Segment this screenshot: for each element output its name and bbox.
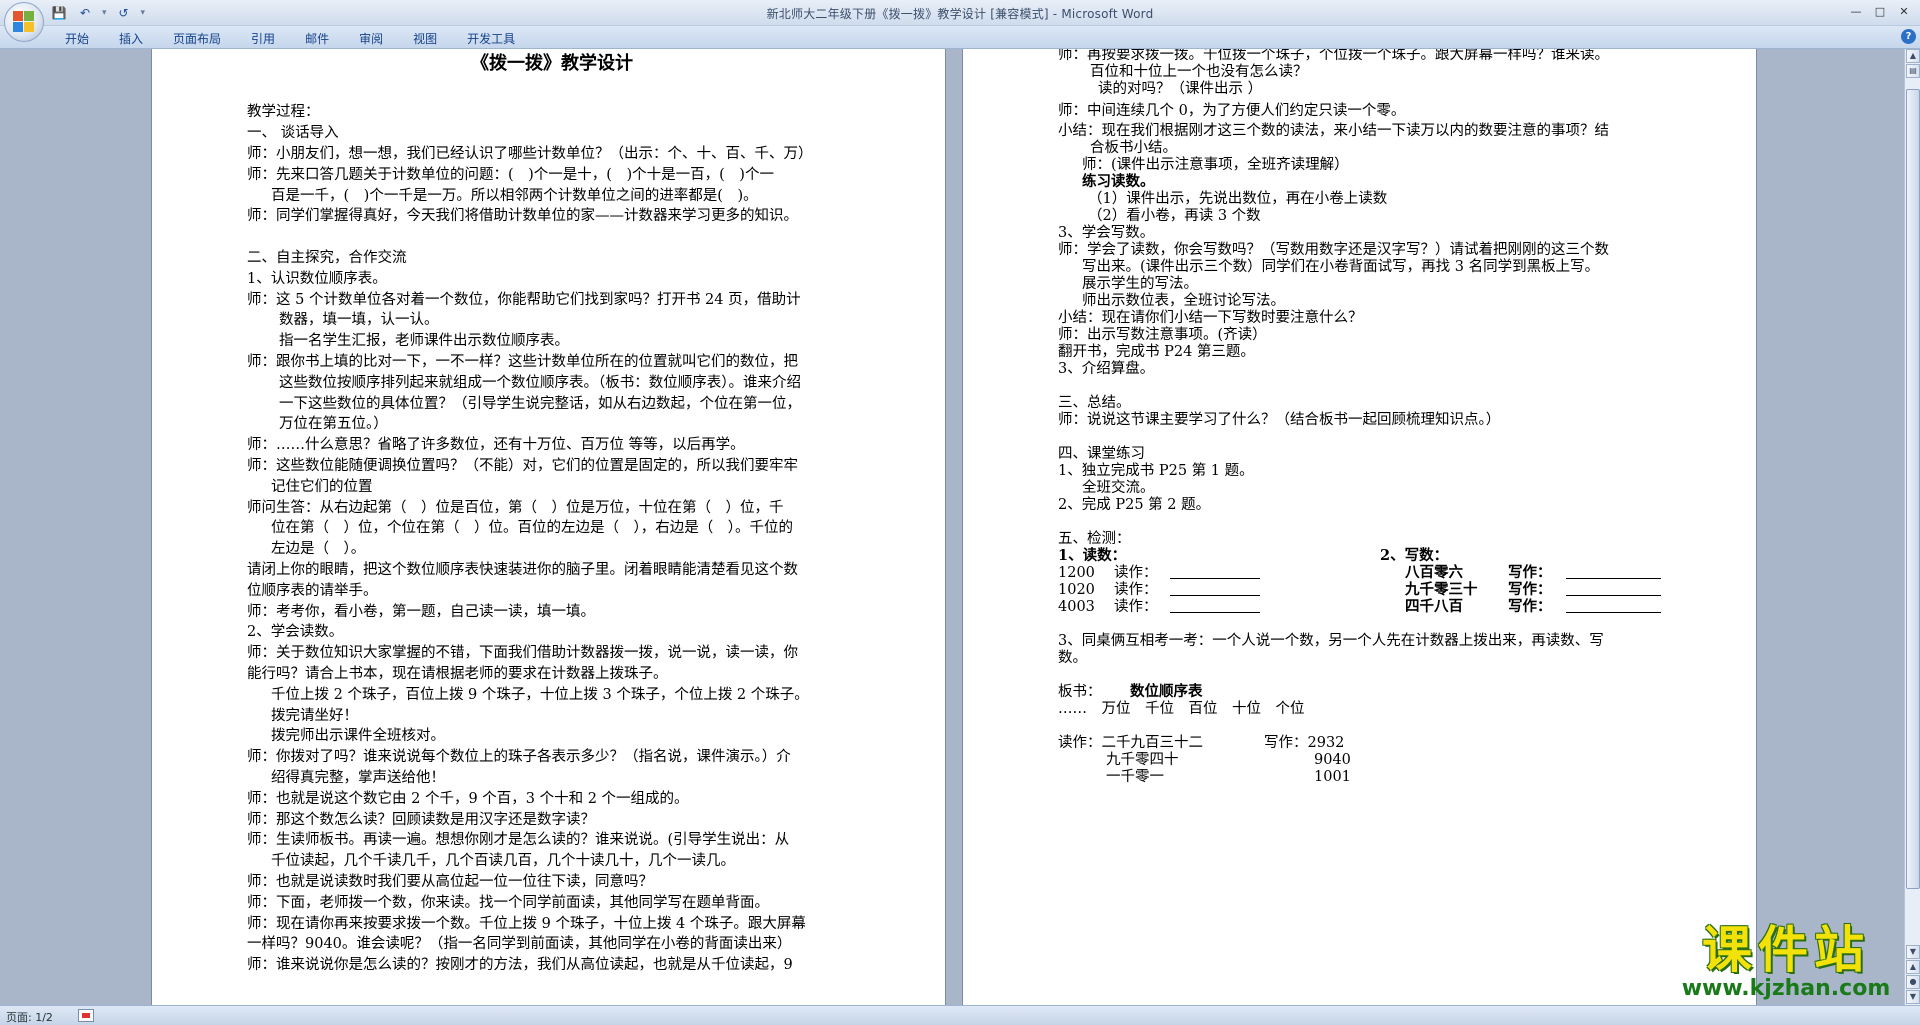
page-2-line: …… 万位 千位 百位 十位 个位 bbox=[1058, 701, 1305, 717]
page-1-line: 位顺序表的请举手。 bbox=[247, 582, 378, 599]
maximize-button[interactable]: □ bbox=[1870, 3, 1890, 19]
page-2-line: 师：说说这节课主要学习了什么？（结合板书一起回顾梳理知识点。） bbox=[1058, 412, 1501, 428]
tab-references[interactable]: 引用 bbox=[236, 30, 290, 48]
page-1-line: 师：这些数位能随便调换位置吗？（不能）对，它们的位置是固定的，所以我们要牢牢 bbox=[247, 458, 798, 474]
page-1-line: 拨完师出示课件全班核对。 bbox=[271, 728, 445, 745]
tab-developer[interactable]: 开发工具 bbox=[452, 30, 530, 48]
tab-insert[interactable]: 插入 bbox=[104, 30, 158, 48]
page-1-line: 师：这 5 个计数单位各对着一个数位，你能帮助它们找到家吗？打开书 24 页，借… bbox=[247, 291, 801, 308]
close-button[interactable]: ✕ bbox=[1894, 3, 1914, 19]
vertical-scrollbar[interactable]: ▲ ▤ ▼ ▲ ● ▼ bbox=[1904, 49, 1920, 1005]
page-1-line: 2、学会读数。 bbox=[247, 624, 344, 641]
page-2-line: 写作： bbox=[1508, 598, 1552, 615]
page-1-line: 左边是（ ）。 bbox=[271, 541, 366, 558]
page-1-line: 能行吗？请合上书本，现在请根据老师的要求在计数器上拨珠子。 bbox=[247, 666, 668, 682]
page-2-line: 3、同桌俩互相考一考：一个人说一个数，另一个人先在计数器上拨出来，再读数、写 bbox=[1058, 633, 1604, 649]
page-1-line bbox=[247, 82, 857, 102]
page-1-line: 位在第（ ）位，个位在第（ ）位。百位的左边是（ ），右边是（ ）。千位的 bbox=[271, 520, 793, 537]
tab-view[interactable]: 视图 bbox=[398, 30, 452, 48]
office-button[interactable] bbox=[4, 2, 44, 42]
proofing-status-icon[interactable] bbox=[78, 1009, 94, 1022]
page-1-line: 师：先来口答几题关于计数单位的问题：( )个一是十，( )个十是一百，( )个一 bbox=[247, 166, 774, 183]
window-controls: — □ ✕ bbox=[1846, 3, 1914, 19]
tab-home[interactable]: 开始 bbox=[50, 30, 104, 48]
page-1-line: 师：也就是说读数时我们要从高位起一位一位往下读，同意吗？ bbox=[247, 874, 653, 890]
page-1-line: 1、认识数位顺序表。 bbox=[247, 270, 387, 287]
answer-blank bbox=[1566, 582, 1661, 596]
tab-mailings[interactable]: 邮件 bbox=[290, 30, 344, 48]
page-1-line: 一下这些数位的具体位置？（引导学生说完整话，如从右边数起，个位在第一位， bbox=[279, 395, 801, 412]
page-1-line: 师：同学们掌握得真好，今天我们将借助计数单位的家——计数器来学习更多的知识。 bbox=[247, 208, 798, 225]
answer-blank bbox=[1170, 599, 1260, 613]
page-1-line: 千位上拨 2 个珠子，百位上拨 9 个珠子，十位上拨 3 个珠子，个位上拨 2 … bbox=[271, 686, 809, 703]
next-page-icon[interactable]: ▼ bbox=[1906, 990, 1920, 1004]
page-1-line: 绍得真完整，掌声送给他！ bbox=[271, 770, 445, 786]
page-1-line: 师：小朋友们，想一想，我们已经认识了哪些计数单位？（出示：个、十、百、千、万） bbox=[247, 146, 813, 162]
page-1-line: 千位读起，几个千读几千，几个百读几百，几个十读几十，几个一读几。 bbox=[271, 853, 735, 870]
answer-blank bbox=[1170, 582, 1260, 596]
help-icon[interactable]: ? bbox=[1901, 29, 1916, 44]
page-1-line: 百是一千，( )个一千是一万。所以相邻两个计数单位之间的进率都是( )。 bbox=[271, 187, 758, 204]
page-1-line: 师：下面，老师拨一个数，你来读。找一个同学前面读，其他同学写在题单背面。 bbox=[247, 894, 769, 911]
page-1[interactable]: 《拨一拨》教学设计教学过程： 一、 谈话导入师：小朋友们，想一想，我们已经认识了哪… bbox=[151, 49, 946, 1005]
page-1-line: 一、 谈话导入 bbox=[247, 125, 339, 142]
page-1-line: 师：生读师板书。再读一遍。想想你刚才是怎么读的？谁来说说。(引导学生说出：从 bbox=[247, 832, 790, 849]
answer-blank bbox=[1566, 565, 1661, 579]
minimize-button[interactable]: — bbox=[1846, 3, 1866, 19]
page-2-line: 一千零一 bbox=[1106, 769, 1164, 785]
page-2-line: 4003 bbox=[1058, 599, 1095, 615]
document-area: 《拨一拨》教学设计教学过程： 一、 谈话导入师：小朋友们，想一想，我们已经认识了哪… bbox=[0, 49, 1904, 1005]
scroll-thumb[interactable] bbox=[1906, 89, 1920, 889]
page-1-line: 师：那这个数怎么读？回顾读数是用汉字还是数字读？ bbox=[247, 811, 595, 828]
tab-review[interactable]: 审阅 bbox=[344, 30, 398, 48]
page-2-line: 读的对吗？（课件出示 ） bbox=[1098, 81, 1263, 97]
page-1-line: 一样吗？9040。谁会读呢？（指一名同学到前面读，其他同学在小卷的背面读出来） bbox=[247, 936, 792, 953]
answer-blank bbox=[1170, 565, 1260, 579]
previous-page-icon[interactable]: ▲ bbox=[1906, 960, 1920, 974]
page-1-line: 二、自主探究，合作交流 bbox=[247, 250, 407, 266]
ribbon-tab-bar: 开始 插入 页面布局 引用 邮件 审阅 视图 开发工具 ? bbox=[0, 26, 1920, 49]
page-1-line: 数器，填一填，认一认。 bbox=[279, 312, 439, 329]
page-2-line: 2、完成 P25 第 2 题。 bbox=[1058, 497, 1211, 513]
page-1-line: 师：关于数位知识大家掌握的不错，下面我们借助计数器拨一拨，说一说，读一读，你 bbox=[247, 645, 798, 662]
page-2-line: 师：中间连续几个 0，为了方便人们约定只读一个零。 bbox=[1058, 103, 1406, 119]
scroll-down-icon[interactable]: ▼ bbox=[1906, 945, 1920, 959]
page-1-line: 这些数位按顺序排列起来就组成一个数位顺序表。（板书：数位顺序表）。谁来介绍 bbox=[279, 374, 801, 391]
page-1-line: 师：跟你书上填的比对一下，一不一样？这些计数单位所在的位置就叫它们的数位，把 bbox=[247, 354, 798, 370]
page-1-line: 万位在第五位。） bbox=[279, 416, 388, 433]
page-number-indicator[interactable]: 页面: 1/2 bbox=[6, 1009, 53, 1025]
page-2-line: 数。 bbox=[1058, 650, 1087, 666]
scroll-up-icon[interactable]: ▲ bbox=[1906, 49, 1920, 63]
watermark-url: www.kjzhan.com bbox=[1681, 976, 1891, 1001]
page-2-line: 四千八百 bbox=[1405, 598, 1463, 615]
watermark-logo-text: 课件站 bbox=[1702, 921, 1870, 979]
kjzhan-watermark: 课件站 www.kjzhan.com bbox=[1666, 922, 1906, 1002]
window-title: 新北师大二年级下册《拨一拨》教学设计 [兼容模式] - Microsoft Wo… bbox=[766, 7, 1154, 21]
page-1-line: 师：现在请你再来按要求拨一个数。千位上拨 9 个珠子，十位上拨 4 个珠子。跟大… bbox=[247, 915, 806, 932]
page-1-line: 拨完请坐好！ bbox=[271, 707, 358, 724]
answer-blank bbox=[1566, 599, 1661, 613]
page-1-line: 师问生答：从右边起第（ ）位是百位，第（ ）位是万位，十位在第（ ）位，千 bbox=[247, 499, 784, 516]
status-bar: 页面: 1/2 bbox=[0, 1005, 1920, 1025]
page-1-line: 师：……什么意思？省略了许多数位，还有十万位、百万位 等等，以后再学。 bbox=[247, 437, 745, 454]
page-1-line: 师：谁来说说你是怎么读的？按刚才的方法，我们从高位读起，也就是从千位读起，9 bbox=[247, 957, 793, 974]
page-2-line: 1001 bbox=[1314, 769, 1351, 785]
page-2-line: 3、介绍算盘。 bbox=[1058, 361, 1155, 377]
page-1-line: 请闭上你的眼睛，把这个数位顺序表快速装进你的脑子里。闭着眼睛能清楚看见这个数 bbox=[247, 562, 798, 578]
page-1-line: 记住它们的位置 bbox=[271, 478, 373, 495]
tab-page-layout[interactable]: 页面布局 bbox=[158, 30, 236, 48]
page-1-line: 师：你拨对了吗？谁来说说每个数位上的珠子各表示多少？（指名说，课件演示。）介 bbox=[247, 749, 791, 766]
page-1-line: 师：也就是说这个数它由 2 个千，9 个百，3 个十和 2 个一组成的。 bbox=[247, 790, 689, 807]
ruler-toggle-icon[interactable]: ▤ bbox=[1906, 64, 1920, 78]
page-2-line: 读作： bbox=[1114, 599, 1158, 615]
title-bar: 💾 ↶ ▾ ↺ ▾ 新北师大二年级下册《拨一拨》教学设计 [兼容模式] - Mi… bbox=[0, 0, 1920, 26]
page-1-line: 指一名学生汇报，老师课件出示数位顺序表。 bbox=[279, 333, 569, 350]
page-2[interactable]: 师：再按要求拨一拨。千位拨一个珠子，个位拨一个珠子。跟大屏幕一样吗？谁来读。 百位… bbox=[962, 49, 1757, 1005]
page-1-line: 师：考考你，看小卷，第一题，自己读一读，填一填。 bbox=[247, 603, 595, 620]
page-1-line: 教学过程： bbox=[247, 104, 320, 121]
office-logo-icon bbox=[13, 11, 35, 33]
page-1-line: 《拨一拨》教学设计 bbox=[471, 53, 633, 74]
select-browse-object-icon[interactable]: ● bbox=[1906, 975, 1920, 989]
